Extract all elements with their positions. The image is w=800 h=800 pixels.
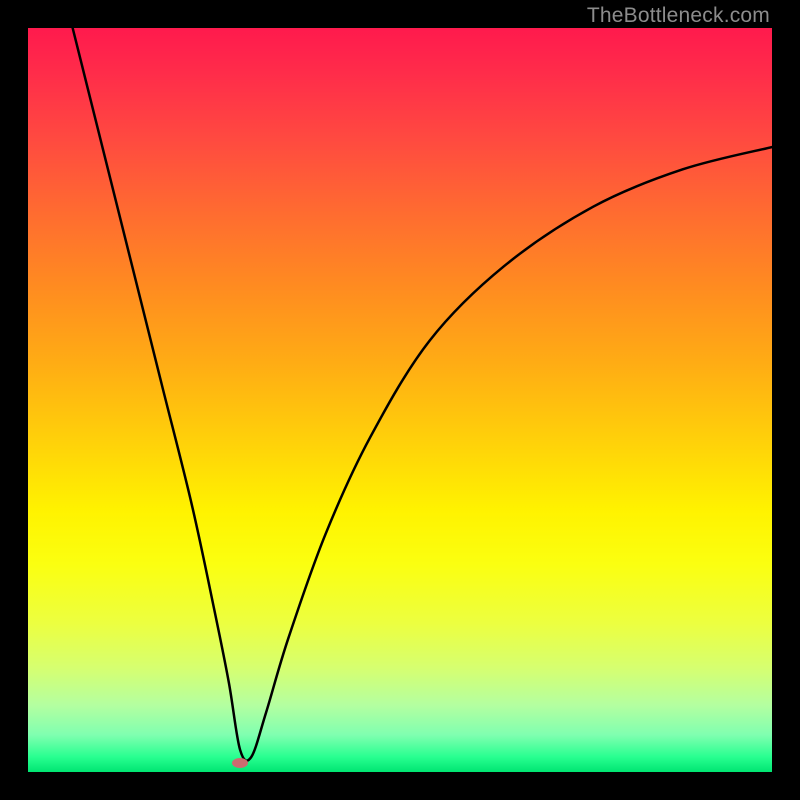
watermark-text: TheBottleneck.com (587, 4, 770, 28)
optimum-marker (232, 758, 248, 768)
chart-frame: TheBottleneck.com (0, 0, 800, 800)
bottleneck-curve (28, 28, 772, 772)
plot-area (28, 28, 772, 772)
